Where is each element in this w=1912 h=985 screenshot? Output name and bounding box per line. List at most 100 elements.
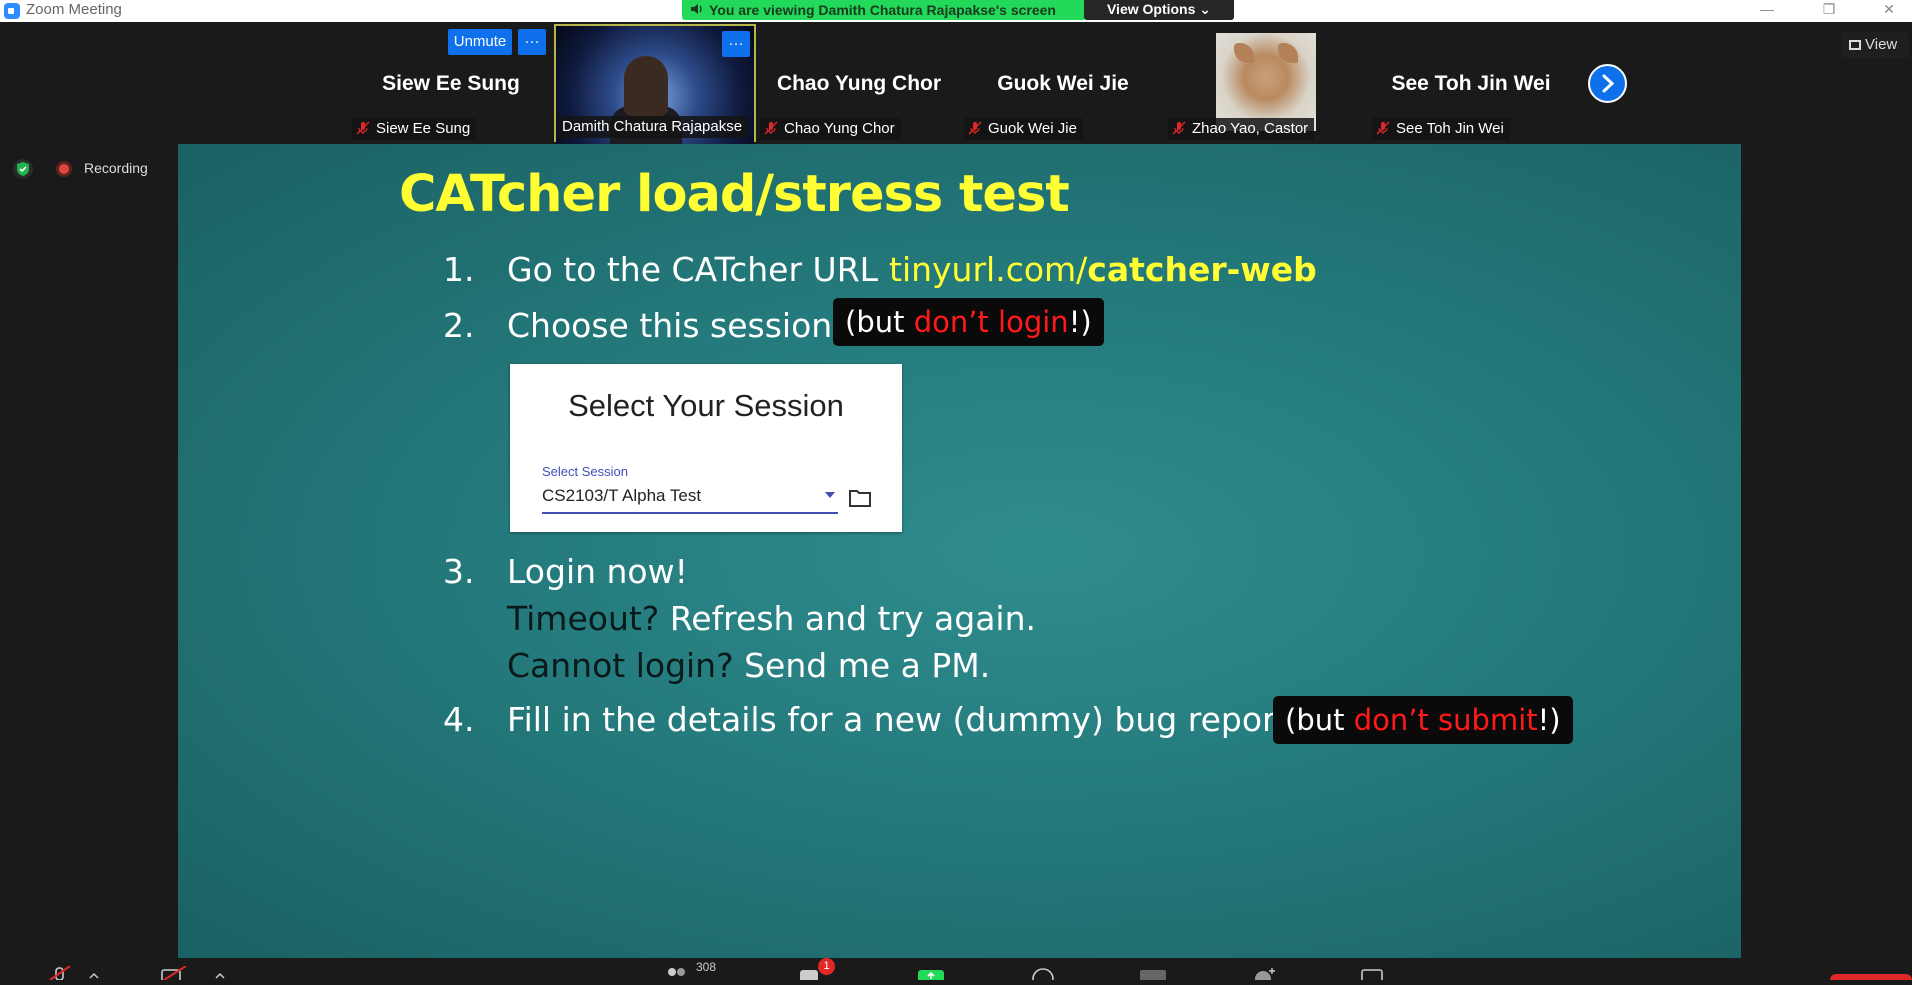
slide-step-2: 2. Choose this session [443,306,843,350]
participant-big-name: Chao Yung Chor [776,72,942,95]
step-subline: Cannot login? Send me a PM. [507,646,990,685]
step-text: Login now! [507,552,688,591]
participant-label: Damith Chatura Rajapakse [562,118,743,135]
participant-head [624,56,668,116]
step-number: 1. [443,250,475,289]
next-page-button[interactable] [1588,64,1627,103]
banner-text: You are viewing Damith Chatura Rajapakse… [709,2,1056,18]
url-plain: tinyurl.com/ [889,250,1088,289]
slide-step-4: 4. Fill in the details for a new (dummy)… [443,700,1343,744]
slide-step-3: 3. Login now! Timeout? Refresh and try a… [443,552,1243,702]
participant-tile[interactable]: Chao Yung Chor Chao Yung Chor [758,24,960,142]
dont-login-callout: (but don’t login!) [833,298,1104,346]
session-field-underline [542,512,838,514]
more-options-button[interactable]: ··· [722,31,750,57]
url-bold: catcher-web [1087,250,1317,289]
participant-label: Chao Yung Chor [784,120,895,137]
step-text: Choose this session [507,306,833,345]
dropdown-caret-icon [825,492,835,498]
avatar-detail [1234,43,1254,63]
minimize-button[interactable]: — [1744,0,1790,20]
step-number: 3. [443,552,475,591]
callout-text: (but [1285,703,1354,737]
view-layout-button[interactable]: View [1841,32,1909,58]
closed-caption-icon[interactable] [1138,966,1168,980]
participant-big-name: Guok Wei Jie [997,72,1129,95]
speaker-icon [691,4,702,14]
chevron-up-icon[interactable] [214,966,226,980]
step-subline: Timeout? Refresh and try again. [507,599,1036,638]
dont-submit-callout: (but don’t submit!) [1273,696,1573,744]
reactions-icon[interactable] [1250,966,1280,980]
participant-name-bar: Zhao Yao, Castor [1168,118,1315,140]
more-options-button[interactable]: ··· [518,29,546,55]
muted-mic-icon [1376,121,1390,135]
participant-big-name: Siew Ee Sung [382,72,520,95]
recording-indicator[interactable]: Recording [50,157,154,181]
step-text: Send me a PM. [733,646,991,685]
participant-name-bar: See Toh Jin Wei [1372,118,1510,140]
meeting-toolbar: 308 1 [0,958,1912,982]
view-label: View [1865,36,1898,53]
participant-tile[interactable]: Guok Wei Jie Guok Wei Jie [962,24,1164,142]
record-icon[interactable] [1030,966,1056,980]
restore-button[interactable]: ❐ [1806,0,1852,20]
record-dot-icon [56,161,72,177]
participants-icon [668,968,685,976]
chat-badge: 1 [818,958,835,975]
callout-warning: don’t login [913,305,1069,339]
participant-strip: Siew Ee Sung Siew Ee Sung Unmute ··· Dam… [350,24,1630,146]
step-number: 2. [443,306,475,345]
participant-big-name: See Toh Jin Wei [1391,72,1551,95]
callout-text: !) [1068,305,1092,339]
chevron-right-icon [1602,74,1615,93]
session-select[interactable]: CS2103/T Alpha Test [542,486,701,506]
step-number: 4. [443,700,475,739]
close-button[interactable]: ✕ [1866,0,1912,20]
grid-icon [1849,40,1861,50]
recording-label: Recording [84,160,148,176]
zoom-app-icon [4,3,20,19]
mic-icon[interactable] [46,966,76,980]
catcher-url-link[interactable]: tinyurl.com/catcher-web [889,250,1317,289]
slide-step-1: 1. Go to the CATcher URL tinyurl.com/cat… [443,250,1443,294]
end-meeting-button[interactable] [1830,974,1912,980]
chat-icon [800,970,818,982]
session-select-card: Select Your Session Select Session CS210… [510,364,902,532]
step-dark-text: Timeout? [507,599,660,638]
session-card-header: Select Your Session [568,388,844,423]
callout-text: (but [845,305,914,339]
security-shield-icon[interactable] [13,159,33,179]
shield-icon [17,162,29,176]
participant-name-bar: Chao Yung Chor [760,118,901,140]
participant-avatar-photo [1216,33,1316,131]
callout-text: !) [1537,703,1561,737]
step-text: Fill in the details for a new (dummy) bu… [507,700,1299,739]
participant-tile[interactable]: See Toh Jin Wei See Toh Jin Wei [1370,24,1572,142]
screen-share-banner: You are viewing Damith Chatura Rajapakse… [682,0,1086,20]
participant-label: Siew Ee Sung [376,120,471,137]
participant-label: Zhao Yao, Castor [1192,120,1309,137]
participants-button[interactable]: 308 [664,960,734,980]
participant-tile[interactable]: Zhao Yao, Castor [1166,24,1368,142]
folder-icon [849,490,871,507]
share-screen-icon[interactable] [916,966,946,980]
step-dark-text: Cannot login? [507,646,734,685]
muted-mic-icon [1172,121,1186,135]
muted-mic-icon [764,121,778,135]
avatar-detail [1278,43,1298,63]
step-text: Refresh and try again. [659,599,1036,638]
shared-screen-slide: CATcher load/stress test 1. Go to the CA… [178,144,1741,958]
step-text: Go to the CATcher URL [507,250,879,289]
chat-button[interactable]: 1 [800,958,840,982]
participant-label: Guok Wei Jie [988,120,1077,137]
view-options-button[interactable]: View Options ⌄ [1084,0,1234,20]
participant-name-bar: Damith Chatura Rajapakse [558,116,749,138]
slide-title: CATcher load/stress test [399,165,1070,224]
video-off-icon[interactable] [160,966,190,980]
callout-warning: don’t submit [1353,703,1538,737]
unmute-button[interactable]: Unmute [448,29,512,55]
apps-icon[interactable] [1360,966,1386,980]
muted-mic-icon [968,121,982,135]
chevron-up-icon[interactable] [88,966,100,980]
